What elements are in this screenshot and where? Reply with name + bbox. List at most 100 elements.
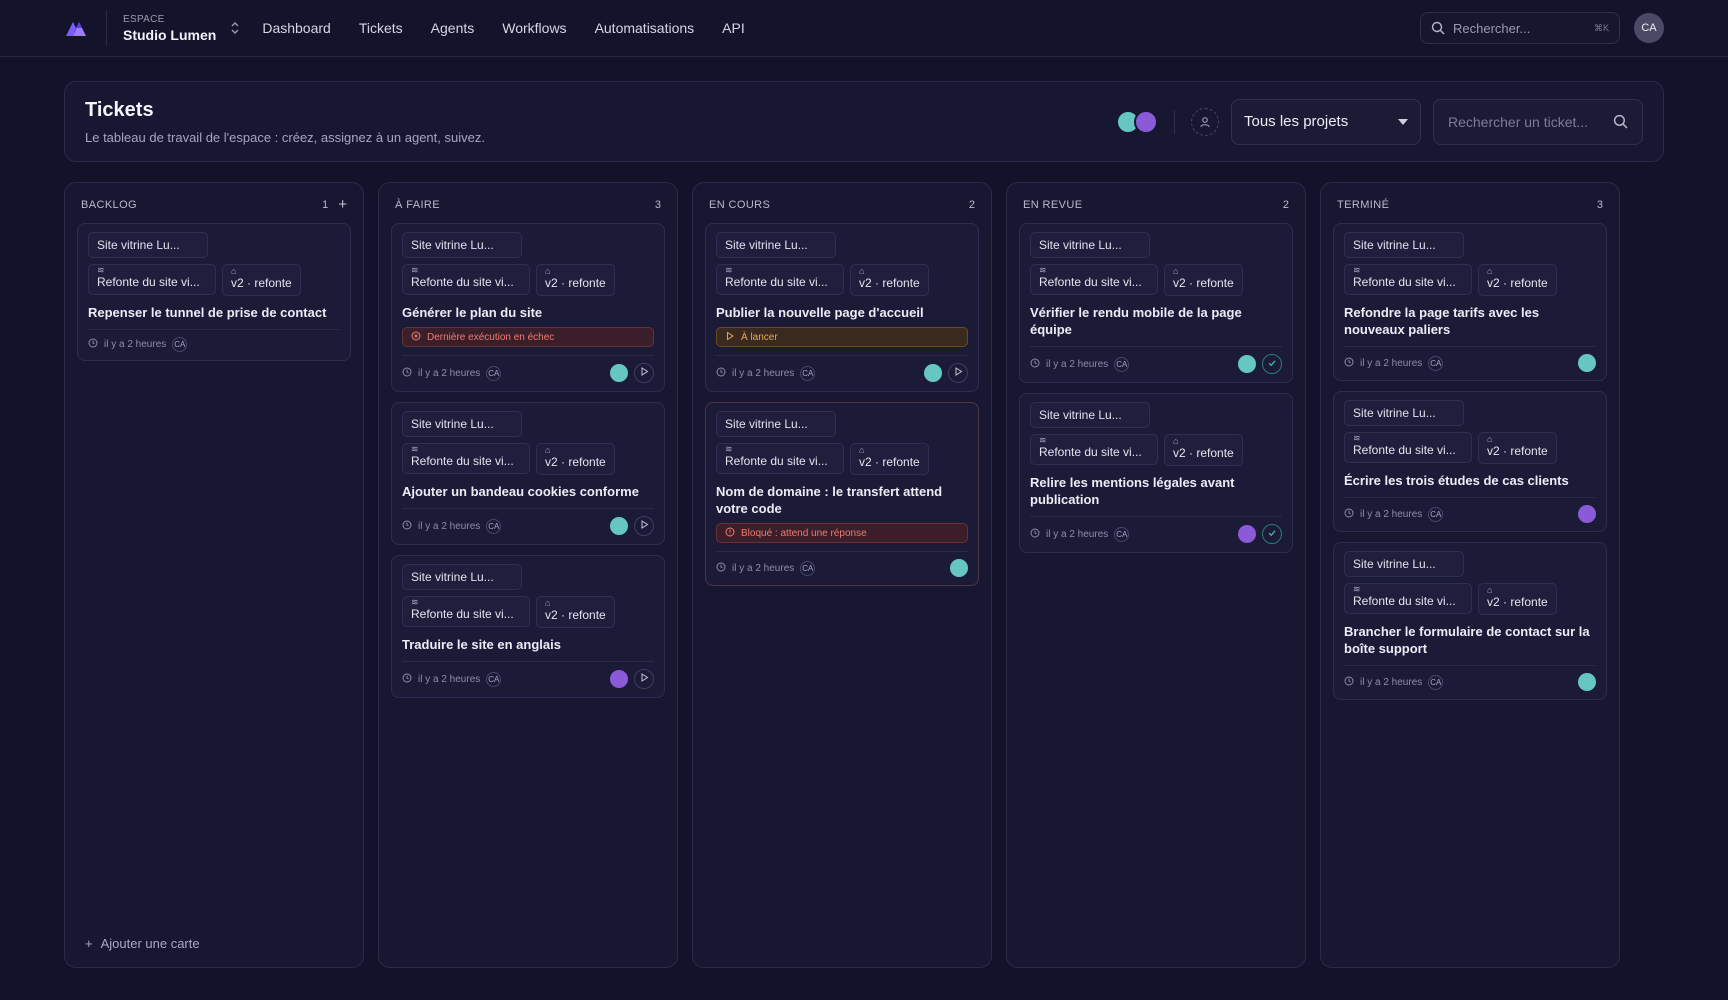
header-text: Tickets Le tableau de travail de l'espac…	[85, 99, 1116, 145]
ticket-card[interactable]: Site vitrine Lu... ≋ Refonte du site vi.…	[1333, 223, 1607, 381]
ticket-card[interactable]: Site vitrine Lu... ≋ Refonte du site vi.…	[1333, 391, 1607, 532]
epic-chip[interactable]: ≋ Refonte du site vi...	[1344, 264, 1472, 295]
ticket-card[interactable]: Site vitrine Lu... ≋ Refonte du site vi.…	[391, 555, 665, 698]
ticket-card[interactable]: Site vitrine Lu... ≋ Refonte du site vi.…	[1333, 542, 1607, 700]
ticket-card[interactable]: Site vitrine Lu... ≋ Refonte du site vi.…	[391, 223, 665, 392]
ticket-title: Écrire les trois études de cas clients	[1344, 473, 1569, 488]
tag-chip-label: v2 · refonte	[859, 455, 920, 469]
epic-chip[interactable]: ≋ Refonte du site vi...	[716, 264, 844, 295]
ticket-card[interactable]: Site vitrine Lu... ≋ Refonte du site vi.…	[391, 402, 665, 545]
epic-chip[interactable]: ≋ Refonte du site vi...	[402, 596, 530, 627]
ticket-title: Publier la nouvelle page d'accueil	[716, 305, 924, 320]
nav-item-automatisations[interactable]: Automatisations	[595, 20, 695, 36]
ticket-card[interactable]: Site vitrine Lu... ≋ Refonte du site vi.…	[705, 223, 979, 392]
agent-avatar-icon	[1238, 355, 1256, 373]
creator-badge: CA	[172, 337, 188, 352]
project-chip[interactable]: Site vitrine Lu...	[1030, 402, 1150, 428]
chevron-updown-icon	[230, 21, 240, 35]
epic-chip-label: Refonte du site vi...	[1039, 275, 1142, 289]
approve-button[interactable]	[1262, 354, 1282, 374]
clock-icon	[716, 562, 726, 575]
user-avatar[interactable]: CA	[1634, 13, 1664, 43]
app-logo-icon[interactable]	[64, 16, 88, 40]
epic-chip[interactable]: ≋ Refonte du site vi...	[88, 264, 216, 295]
tag-chip[interactable]: ⌂ v2 · refonte	[536, 596, 615, 628]
workspace-switcher[interactable]: ESPACE Studio Lumen	[106, 10, 240, 46]
card-chips: Site vitrine Lu... ≋ Refonte du site vi.…	[402, 564, 654, 628]
tag-chip[interactable]: ⌂ v2 · refonte	[1478, 583, 1557, 615]
epic-chip-label: Refonte du site vi...	[1039, 445, 1142, 459]
card-time: il y a 2 heures	[1360, 357, 1423, 369]
run-button[interactable]	[634, 516, 654, 536]
project-select[interactable]: Tous les projets	[1231, 98, 1421, 145]
column-a-faire: À FAIRE 3 Site vitrine Lu... ≋ Refonte d…	[378, 182, 678, 968]
epic-chip[interactable]: ≋ Refonte du site vi...	[1030, 264, 1158, 295]
ticket-title: Repenser le tunnel de prise de contact	[88, 305, 327, 320]
card-time: il y a 2 heures	[1046, 358, 1109, 370]
epic-chip[interactable]: ≋ Refonte du site vi...	[1344, 432, 1472, 463]
column-header: TERMINÉ 3	[1333, 195, 1607, 215]
ticket-title: Ajouter un bandeau cookies conforme	[402, 484, 639, 499]
ticket-card[interactable]: Site vitrine Lu... ≋ Refonte du site vi.…	[1019, 393, 1293, 553]
project-chip[interactable]: Site vitrine Lu...	[1030, 232, 1150, 258]
nav-item-tickets[interactable]: Tickets	[359, 20, 403, 36]
tag-chip[interactable]: ⌂ v2 · refonte	[850, 264, 929, 296]
tag-chip[interactable]: ⌂ v2 · refonte	[536, 443, 615, 475]
project-chip[interactable]: Site vitrine Lu...	[402, 232, 522, 258]
project-chip[interactable]: Site vitrine Lu...	[716, 232, 836, 258]
project-chip[interactable]: Site vitrine Lu...	[1344, 232, 1464, 258]
tag-chip-label: v2 · refonte	[1487, 595, 1548, 609]
assignee-filter-button[interactable]	[1191, 107, 1219, 136]
approve-button[interactable]	[1262, 524, 1282, 544]
epic-chip[interactable]: ≋ Refonte du site vi...	[402, 264, 530, 295]
tag-chip-label: v2 · refonte	[859, 276, 920, 290]
epic-chip[interactable]: ≋ Refonte du site vi...	[1030, 434, 1158, 465]
tag-chip[interactable]: ⌂ v2 · refonte	[850, 443, 929, 475]
tag-chip[interactable]: ⌂ v2 · refonte	[1478, 432, 1557, 464]
column-title: EN COURS	[709, 199, 771, 211]
add-card-label: Ajouter une carte	[100, 936, 200, 951]
tag-chip[interactable]: ⌂ v2 · refonte	[1164, 264, 1243, 296]
project-chip[interactable]: Site vitrine Lu...	[402, 564, 522, 590]
project-chip[interactable]: Site vitrine Lu...	[1344, 551, 1464, 577]
tag-chip[interactable]: ⌂ v2 · refonte	[222, 264, 301, 296]
run-button[interactable]	[948, 363, 968, 383]
card-actions	[1238, 354, 1282, 374]
run-button[interactable]	[634, 669, 654, 689]
clock-icon	[716, 367, 726, 380]
card-footer: il y a 2 heures CA	[716, 355, 968, 383]
project-chip[interactable]: Site vitrine Lu...	[716, 411, 836, 437]
nav-item-agents[interactable]: Agents	[431, 20, 475, 36]
ticket-title: Nom de domaine : le transfert attend vot…	[716, 484, 943, 516]
play-icon	[640, 520, 649, 532]
nav-item-api[interactable]: API	[722, 20, 745, 36]
epic-chip[interactable]: ≋ Refonte du site vi...	[402, 443, 530, 474]
tag-chip[interactable]: ⌂ v2 · refonte	[1164, 434, 1243, 466]
card-chips: Site vitrine Lu... ≋ Refonte du site vi.…	[1344, 232, 1596, 296]
ticket-card[interactable]: Site vitrine Lu... ≋ Refonte du site vi.…	[1019, 223, 1293, 383]
assignee-avatars[interactable]	[1116, 109, 1158, 134]
epic-chip-label: Refonte du site vi...	[411, 607, 514, 621]
ticket-search-input[interactable]: Rechercher un ticket...	[1433, 98, 1643, 145]
nav-item-dashboard[interactable]: Dashboard	[262, 20, 331, 36]
global-search-input[interactable]: Rechercher... ⌘K	[1420, 12, 1620, 44]
tag-chip[interactable]: ⌂ v2 · refonte	[1478, 264, 1557, 296]
nav-item-workflows[interactable]: Workflows	[502, 20, 566, 36]
project-chip[interactable]: Site vitrine Lu...	[402, 411, 522, 437]
status-badge: À lancer	[716, 327, 968, 347]
agent-avatar-icon	[610, 517, 628, 535]
add-card-button[interactable]: + Ajouter une carte	[85, 936, 200, 951]
tag-chip[interactable]: ⌂ v2 · refonte	[536, 264, 615, 296]
epic-chip[interactable]: ≋ Refonte du site vi...	[716, 443, 844, 474]
project-chip[interactable]: Site vitrine Lu...	[88, 232, 208, 258]
project-chip[interactable]: Site vitrine Lu...	[1344, 400, 1464, 426]
card-chips: Site vitrine Lu... ≋ Refonte du site vi.…	[716, 411, 968, 475]
epic-chip-label: Refonte du site vi...	[97, 275, 200, 289]
epic-chip[interactable]: ≋ Refonte du site vi...	[1344, 583, 1472, 614]
ticket-card[interactable]: Site vitrine Lu... ≋ Refonte du site vi.…	[705, 402, 979, 586]
ticket-card[interactable]: Site vitrine Lu... ≋ Refonte du site vi.…	[77, 223, 351, 361]
tag-chip-label: v2 · refonte	[1487, 276, 1548, 290]
add-card-plus-icon[interactable]: +	[338, 197, 347, 212]
column-header: EN REVUE 2	[1019, 195, 1293, 215]
run-button[interactable]	[634, 363, 654, 383]
